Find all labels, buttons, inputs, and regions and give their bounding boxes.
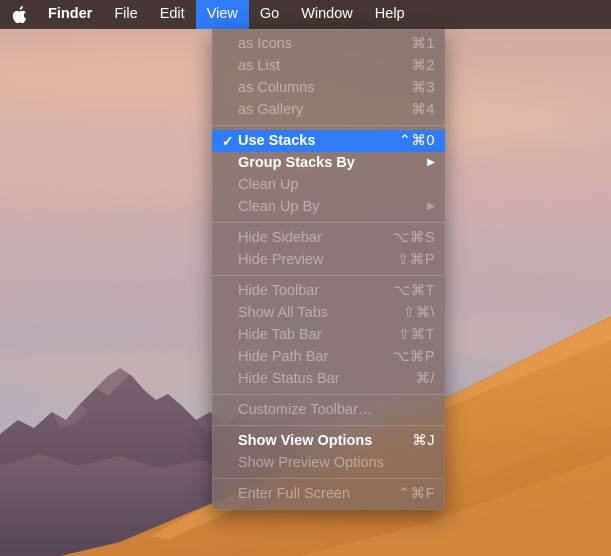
menu-item-shortcut: ⌥⌘P	[393, 346, 435, 368]
menu-item-shortcut: ⌥⌘T	[393, 280, 435, 302]
menu-item-label: Enter Full Screen	[238, 483, 386, 505]
menu-item-label: Hide Path Bar	[238, 346, 381, 368]
menu-separator	[212, 222, 445, 223]
menu-item-as-list: as List ⌘2	[212, 55, 445, 77]
menu-bar-item-help[interactable]: Help	[364, 0, 416, 29]
menu-item-show-preview-options: Show Preview Options	[212, 452, 445, 474]
menu-bar-item-edit[interactable]: Edit	[149, 0, 196, 29]
menu-item-clean-up: Clean Up	[212, 174, 445, 196]
menu-item-shortcut: ⌘3	[411, 77, 435, 99]
menu-item-as-columns: as Columns ⌘3	[212, 77, 445, 99]
menu-item-shortcut: ⌃⌘0	[399, 130, 435, 152]
menu-bar-item-file[interactable]: File	[103, 0, 148, 29]
menu-item-label: Show View Options	[238, 430, 400, 452]
menu-bar-item-window[interactable]: Window	[290, 0, 364, 29]
menu-item-label: Hide Sidebar	[238, 227, 381, 249]
menu-item-label: as Gallery	[238, 99, 399, 121]
menu-item-show-view-options[interactable]: Show View Options ⌘J	[212, 430, 445, 452]
menu-item-shortcut: ⌘/	[415, 368, 435, 390]
menu-bar-item-finder[interactable]: Finder	[37, 0, 103, 29]
menu-item-label: Hide Preview	[238, 249, 385, 271]
menu-item-shortcut: ⌘1	[411, 33, 435, 55]
menu-item-label: Group Stacks By	[238, 152, 417, 174]
menu-item-label: as List	[238, 55, 399, 77]
menu-item-shortcut: ⌘4	[411, 99, 435, 121]
menu-separator	[212, 275, 445, 276]
menu-bar: Finder File Edit View Go Window Help	[0, 0, 611, 29]
menu-item-as-gallery: as Gallery ⌘4	[212, 99, 445, 121]
menu-item-shortcut: ⌃⌘F	[398, 483, 435, 505]
menu-item-label: Clean Up By	[238, 196, 417, 218]
menu-item-shortcut: ⌥⌘S	[393, 227, 435, 249]
menu-bar-item-view[interactable]: View	[196, 0, 249, 29]
menu-separator	[212, 125, 445, 126]
menu-item-show-all-tabs: Show All Tabs ⇧⌘\	[212, 302, 445, 324]
menu-item-customize-toolbar: Customize Toolbar…	[212, 399, 445, 421]
menu-item-hide-path-bar: Hide Path Bar ⌥⌘P	[212, 346, 445, 368]
submenu-arrow-icon: ▶	[427, 152, 435, 174]
menu-item-clean-up-by: Clean Up By ▶	[212, 196, 445, 218]
menu-item-enter-full-screen: Enter Full Screen ⌃⌘F	[212, 483, 445, 505]
menu-item-hide-sidebar: Hide Sidebar ⌥⌘S	[212, 227, 445, 249]
menu-item-label: Hide Toolbar	[238, 280, 381, 302]
menu-item-shortcut: ⇧⌘\	[403, 302, 435, 324]
menu-item-shortcut: ⇧⌘T	[398, 324, 435, 346]
checkmark-icon: ✓	[222, 130, 238, 152]
view-menu-dropdown: as Icons⌘1as List⌘2as Columns⌘3as Galler…	[212, 29, 445, 510]
menu-item-label: Show Preview Options	[238, 452, 435, 474]
menu-item-label: Show All Tabs	[238, 302, 391, 324]
menu-item-as-icons: as Icons ⌘1	[212, 33, 445, 55]
menu-separator	[212, 425, 445, 426]
apple-logo-icon[interactable]	[0, 0, 37, 29]
menu-item-group-stacks-by[interactable]: Group Stacks By ▶	[212, 152, 445, 174]
menu-item-shortcut: ⌘J	[412, 430, 435, 452]
desktop-screen: Finder File Edit View Go Window Help as …	[0, 0, 611, 556]
menu-separator	[212, 478, 445, 479]
menu-item-label: Use Stacks	[238, 130, 387, 152]
menu-item-use-stacks[interactable]: ✓Use Stacks ⌃⌘0	[212, 130, 445, 152]
menu-item-label: as Columns	[238, 77, 399, 99]
menu-bar-item-go[interactable]: Go	[249, 0, 290, 29]
menu-item-label: Hide Status Bar	[238, 368, 403, 390]
menu-item-label: Clean Up	[238, 174, 435, 196]
menu-item-label: Hide Tab Bar	[238, 324, 386, 346]
menu-separator	[212, 394, 445, 395]
menu-item-label: Customize Toolbar…	[238, 399, 435, 421]
menu-item-hide-tab-bar: Hide Tab Bar ⇧⌘T	[212, 324, 445, 346]
menu-item-shortcut: ⌘2	[411, 55, 435, 77]
menu-item-label: as Icons	[238, 33, 399, 55]
menu-item-hide-toolbar: Hide Toolbar ⌥⌘T	[212, 280, 445, 302]
menu-item-hide-preview: Hide Preview ⇧⌘P	[212, 249, 445, 271]
submenu-arrow-icon: ▶	[427, 196, 435, 218]
menu-item-shortcut: ⇧⌘P	[397, 249, 435, 271]
menu-item-hide-status-bar: Hide Status Bar ⌘/	[212, 368, 445, 390]
